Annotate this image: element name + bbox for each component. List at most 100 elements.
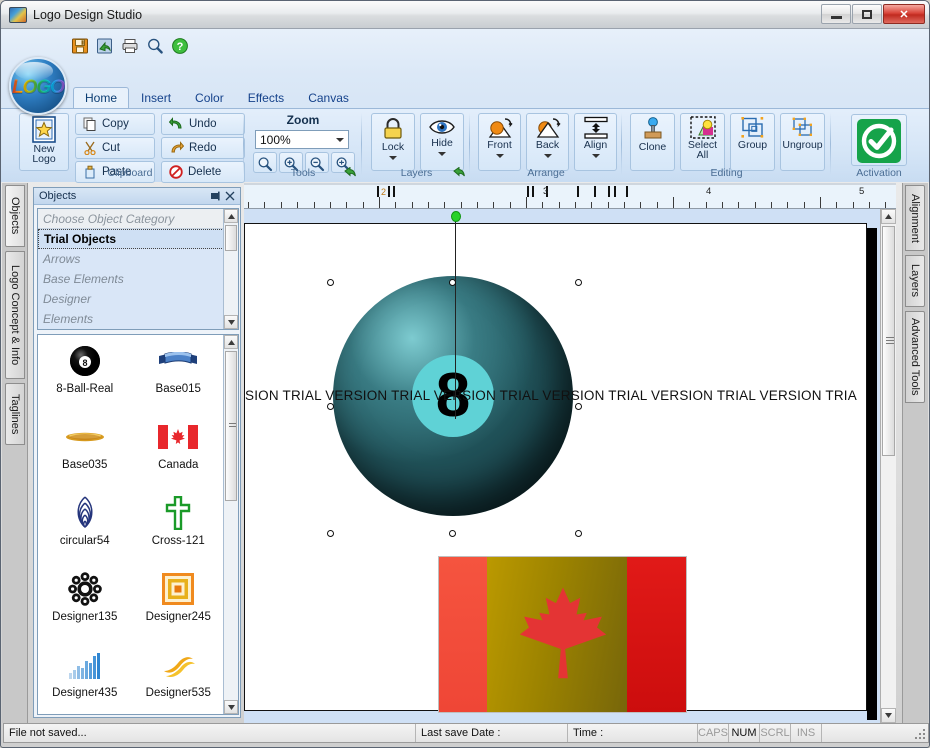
- sidebar-tab-objects[interactable]: Objects: [5, 185, 25, 247]
- undo-button[interactable]: Undo: [161, 113, 245, 135]
- selection-handle-tc[interactable]: [449, 279, 456, 286]
- group-button[interactable]: Group: [730, 113, 775, 171]
- object-thumb-designer435[interactable]: Designer435: [38, 643, 132, 714]
- lock-button[interactable]: Lock: [371, 113, 415, 171]
- lock-chevron-down-icon[interactable]: [389, 156, 397, 160]
- chevron-down-icon[interactable]: [336, 137, 344, 142]
- guide-handle[interactable]: [451, 211, 461, 222]
- hide-button[interactable]: Hide: [420, 113, 464, 171]
- save-icon[interactable]: [71, 37, 89, 55]
- close-button[interactable]: ✕: [883, 4, 925, 24]
- tab-canvas[interactable]: Canvas: [296, 87, 361, 109]
- category-scroll-up-button[interactable]: [224, 209, 238, 223]
- selection-handle-bc[interactable]: [449, 530, 456, 537]
- ribbon-group-tools: Zoom 100% Tools: [247, 111, 359, 180]
- horizontal-ruler[interactable]: 2 3 4 5: [244, 185, 896, 209]
- align-chevron-down-icon[interactable]: [591, 154, 600, 158]
- object-thumb-base015[interactable]: Base015: [132, 339, 226, 411]
- zoom-select[interactable]: 100%: [255, 130, 349, 149]
- category-scroll-down-button[interactable]: [224, 315, 238, 329]
- category-item-arrows[interactable]: Arrows: [38, 249, 238, 269]
- redo-button[interactable]: Redo: [161, 137, 245, 159]
- status-indicator-scrl: SCRL: [760, 724, 791, 742]
- category-item-trial-objects[interactable]: Trial Objects: [38, 229, 238, 249]
- print-icon[interactable]: [121, 37, 139, 55]
- group-icon: [740, 117, 763, 138]
- selection-handle-bl[interactable]: [327, 530, 334, 537]
- object-thumb-circular54[interactable]: circular54: [38, 491, 132, 563]
- thumb-scroll-up-button[interactable]: [224, 335, 238, 349]
- sidebar-tab-alignment[interactable]: Alignment: [905, 185, 925, 251]
- select-all-button[interactable]: Select All: [680, 113, 725, 171]
- canvas-scroll-up-button[interactable]: [881, 209, 896, 224]
- copy-button[interactable]: Copy: [75, 113, 155, 135]
- back-button[interactable]: Back: [526, 113, 569, 171]
- align-button[interactable]: Align: [574, 113, 617, 171]
- canvas-scroll-thumb[interactable]: [882, 226, 895, 456]
- selection-handle-br[interactable]: [575, 530, 582, 537]
- category-item-base-elements[interactable]: Base Elements: [38, 269, 238, 289]
- objects-panel-title: Objects: [39, 190, 77, 202]
- hide-chevron-down-icon[interactable]: [438, 152, 446, 156]
- category-item-designer[interactable]: Designer: [38, 289, 238, 309]
- canvas-vertical-scrollbar[interactable]: [880, 209, 896, 723]
- object-thumb-cross-121[interactable]: Cross-121: [132, 491, 226, 563]
- canvas-scroll-region[interactable]: 8 SION TRIAL VERSION TRIAL VERSION TRIAL…: [244, 223, 896, 723]
- tab-home[interactable]: Home: [73, 87, 130, 109]
- sidebar-tab-advanced-tools[interactable]: Advanced Tools: [905, 311, 925, 403]
- object-thumb-designer535[interactable]: Designer535: [132, 643, 226, 714]
- guide-bar[interactable]: [244, 209, 896, 223]
- tab-color[interactable]: Color: [183, 87, 236, 109]
- object-thumb-designer245[interactable]: Designer245: [132, 567, 226, 639]
- design-page[interactable]: 8 SION TRIAL VERSION TRIAL VERSION TRIAL…: [244, 223, 867, 713]
- object-thumbnail-grid[interactable]: 8 8-Ball-Real Base015 Base035 Canada cir…: [37, 334, 239, 715]
- thumbnail-grid-scrollbar[interactable]: [223, 335, 238, 714]
- canvas-object-canada-flag[interactable]: [438, 556, 687, 713]
- app-brand-orb[interactable]: LOGO: [9, 57, 67, 115]
- save-as-icon[interactable]: [96, 37, 114, 55]
- pin-icon[interactable]: [209, 189, 223, 203]
- new-logo-label-line2: Logo: [32, 153, 56, 165]
- window-title: Logo Design Studio: [33, 7, 143, 22]
- resize-grip[interactable]: [913, 727, 925, 739]
- selection-handle-tr[interactable]: [575, 279, 582, 286]
- selection-handle-ml[interactable]: [327, 403, 334, 410]
- front-button[interactable]: Front: [478, 113, 521, 171]
- category-scroll-thumb[interactable]: [225, 225, 237, 251]
- tab-insert[interactable]: Insert: [129, 87, 183, 109]
- tools-dialog-launcher-icon[interactable]: [344, 167, 356, 179]
- selection-handle-tl[interactable]: [327, 279, 334, 286]
- back-chevron-down-icon[interactable]: [543, 154, 552, 158]
- sidebar-tab-logo-concept-info[interactable]: Logo Concept & Info: [5, 251, 25, 379]
- close-icon[interactable]: [223, 189, 237, 203]
- maximize-button[interactable]: [852, 4, 882, 24]
- ungroup-button[interactable]: Ungroup: [780, 113, 825, 171]
- object-category-list[interactable]: Choose Object Category Trial Objects Arr…: [37, 208, 239, 330]
- front-chevron-down-icon[interactable]: [495, 154, 504, 158]
- maximize-icon: [862, 9, 872, 19]
- preview-icon[interactable]: [146, 37, 164, 55]
- sidebar-tab-taglines[interactable]: Taglines: [5, 383, 25, 445]
- sidebar-tab-layers[interactable]: Layers: [905, 255, 925, 307]
- object-thumb-8-ball-real[interactable]: 8 8-Ball-Real: [38, 339, 132, 411]
- canvas-scroll-down-button[interactable]: [881, 708, 896, 723]
- svg-text:8: 8: [82, 358, 87, 368]
- layers-dialog-launcher-icon[interactable]: [453, 167, 465, 179]
- ruler-number-2: 2: [381, 187, 387, 197]
- category-list-scrollbar[interactable]: [223, 209, 238, 329]
- help-icon[interactable]: ?: [171, 37, 189, 55]
- object-thumb-base035[interactable]: Base035: [38, 415, 132, 487]
- clone-button[interactable]: Clone: [630, 113, 675, 171]
- object-thumb-canada[interactable]: Canada: [132, 415, 226, 487]
- object-thumb-designer135[interactable]: Designer135: [38, 567, 132, 639]
- activation-button[interactable]: [851, 114, 907, 166]
- tab-effects[interactable]: Effects: [236, 87, 296, 109]
- cut-button[interactable]: Cut: [75, 137, 155, 159]
- new-logo-button[interactable]: New Logo: [19, 113, 69, 171]
- ribbon-group-clipboard: New Logo Copy Cut Paste Undo Redo Delete…: [15, 111, 245, 183]
- thumb-scroll-down-button[interactable]: [224, 700, 238, 714]
- selection-handle-mr[interactable]: [575, 403, 582, 410]
- thumb-scroll-thumb[interactable]: [225, 351, 237, 501]
- minimize-button[interactable]: [821, 4, 851, 24]
- category-item-elements[interactable]: Elements: [38, 309, 238, 329]
